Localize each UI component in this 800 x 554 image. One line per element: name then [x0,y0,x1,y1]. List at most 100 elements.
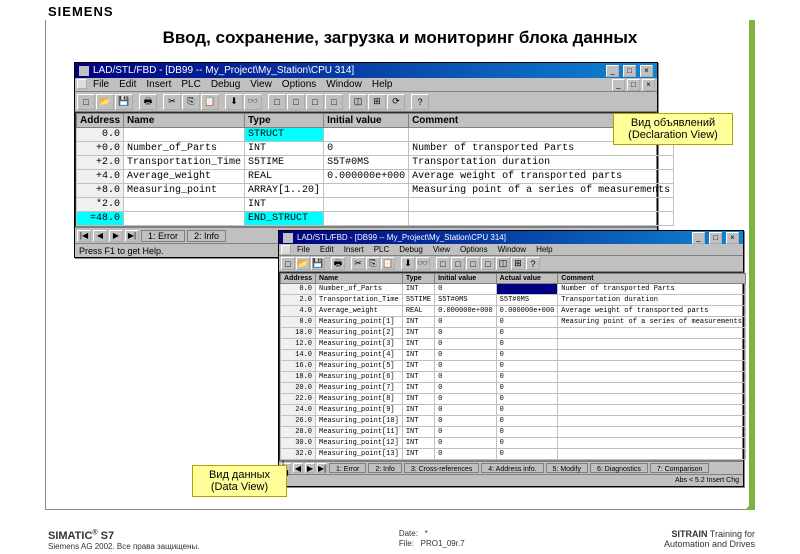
table-row[interactable]: +0.0Number_of_PartsINT0Number of transpo… [77,142,674,156]
col-address[interactable]: Address [281,274,316,284]
titlebar[interactable]: LAD/STL/FBD - [DB99 -- My_Project\My_Sta… [75,63,657,78]
tool-icon[interactable]: □ [481,257,495,270]
copy-icon[interactable]: ⎘ [366,257,380,270]
table-row[interactable]: 20.0Measuring_point[7]INT00 [281,383,746,394]
table-row[interactable]: =48.0END_STRUCT [77,212,674,226]
menu-window[interactable]: Window [322,79,366,90]
print-icon[interactable]: 🖶 [331,257,345,270]
tool-icon[interactable]: ⊞ [511,257,525,270]
menu-file[interactable]: File [293,245,314,254]
table-row[interactable]: +4.0Average_weightREAL0.000000e+000Avera… [77,170,674,184]
tab-error[interactable]: 1: Error [141,230,185,242]
open-icon[interactable]: 📂 [96,94,114,110]
col-type[interactable]: Type [245,114,324,128]
print-icon[interactable]: 🖶 [139,94,157,110]
declaration-grid[interactable]: Address Name Type Initial value Comment … [75,112,657,227]
tool-icon[interactable]: ⟳ [387,94,405,110]
nav-first-icon[interactable]: |◀ [77,230,91,242]
table-row[interactable]: 32.0Measuring_point[13]INT00 [281,449,746,460]
save-icon[interactable]: 💾 [311,257,325,270]
menu-help[interactable]: Help [368,79,397,90]
table-row[interactable]: 28.0Measuring_point[11]INT00 [281,427,746,438]
close-icon[interactable]: × [640,65,653,77]
table-row[interactable]: 4.0Average_weightREAL0.000000e+0000.0000… [281,306,746,317]
col-type[interactable]: Type [402,274,434,284]
tab-error[interactable]: 1: Error [329,463,366,473]
menu-view[interactable]: View [246,79,276,90]
download-icon[interactable]: ⬇ [401,257,415,270]
col-actual[interactable]: Actual value [496,274,558,284]
menu-debug[interactable]: Debug [207,79,244,90]
monitor-icon[interactable]: 👓 [416,257,430,270]
col-initial[interactable]: Initial value [435,274,497,284]
menu-insert[interactable]: Insert [340,245,368,254]
help-icon[interactable]: ? [411,94,429,110]
download-icon[interactable]: ⬇ [225,94,243,110]
tab-address[interactable]: 4: Address info. [481,463,543,473]
col-comment[interactable]: Comment [558,274,746,284]
col-initial[interactable]: Initial value [324,114,409,128]
tab-xref[interactable]: 3: Cross-references [404,463,479,473]
tool-icon[interactable]: □ [325,94,343,110]
table-row[interactable]: 12.0Measuring_point[3]INT00 [281,339,746,350]
cut-icon[interactable]: ✂ [163,94,181,110]
cut-icon[interactable]: ✂ [351,257,365,270]
new-icon[interactable]: □ [281,257,295,270]
table-row[interactable]: *2.0INT [77,198,674,212]
nav-prev-icon[interactable]: ◀ [93,230,107,242]
table-row[interactable]: 2.0Transportation_TimeS5TIMES5T#0MSS5T#0… [281,295,746,306]
menu-view[interactable]: View [429,245,454,254]
tool-icon[interactable]: ◫ [349,94,367,110]
col-name[interactable]: Name [316,274,403,284]
minimize-icon[interactable]: _ [692,232,705,244]
menu-options[interactable]: Options [456,245,492,254]
menu-plc[interactable]: PLC [370,245,394,254]
menu-plc[interactable]: PLC [177,79,204,90]
mdi-minimize-icon[interactable]: _ [612,79,625,91]
open-icon[interactable]: 📂 [296,257,310,270]
table-row[interactable]: 22.0Measuring_point[8]INT00 [281,394,746,405]
titlebar[interactable]: LAD/STL/FBD - [DB99 -- My_Project\My_Sta… [279,231,743,244]
menu-window[interactable]: Window [494,245,530,254]
maximize-icon[interactable]: □ [623,65,636,77]
menu-help[interactable]: Help [532,245,556,254]
col-name[interactable]: Name [124,114,245,128]
tool-icon[interactable]: ◫ [496,257,510,270]
close-icon[interactable]: × [726,232,739,244]
menu-edit[interactable]: Edit [115,79,140,90]
tool-icon[interactable]: □ [268,94,286,110]
table-row[interactable]: 16.0Measuring_point[5]INT00 [281,361,746,372]
menu-icon[interactable] [281,245,291,255]
table-row[interactable]: +2.0Transportation_TimeS5TIMES5T#0MSTran… [77,156,674,170]
tab-modify[interactable]: 5: Modify [546,463,588,473]
mdi-close-icon[interactable]: × [642,79,655,91]
maximize-icon[interactable]: □ [709,232,722,244]
paste-icon[interactable]: 📋 [381,257,395,270]
mdi-maximize-icon[interactable]: □ [627,79,640,91]
menu-debug[interactable]: Debug [395,245,427,254]
table-row[interactable]: 14.0Measuring_point[4]INT00 [281,350,746,361]
help-icon[interactable]: ? [526,257,540,270]
data-grid[interactable]: Address Name Type Initial value Actual v… [279,272,743,461]
tab-info[interactable]: 2: Info [187,230,226,242]
menu-icon[interactable] [77,79,87,89]
col-address[interactable]: Address [77,114,124,128]
paste-icon[interactable]: 📋 [201,94,219,110]
table-row[interactable]: 24.0Measuring_point[9]INT00 [281,405,746,416]
minimize-icon[interactable]: _ [606,65,619,77]
menu-edit[interactable]: Edit [316,245,338,254]
save-icon[interactable]: 💾 [115,94,133,110]
monitor-icon[interactable]: 👓 [244,94,262,110]
table-row[interactable]: 26.0Measuring_point[10]INT00 [281,416,746,427]
table-row[interactable]: 0.0Number_of_PartsINT0Number of transpor… [281,284,746,295]
tool-icon[interactable]: □ [436,257,450,270]
nav-next-icon[interactable]: ▶ [109,230,123,242]
menu-file[interactable]: File [89,79,113,90]
tab-info[interactable]: 2: Info [368,463,401,473]
table-row[interactable]: 18.0Measuring_point[6]INT00 [281,372,746,383]
new-icon[interactable]: □ [77,94,95,110]
menu-insert[interactable]: Insert [142,79,175,90]
table-row[interactable]: +8.0Measuring_pointARRAY[1..20]Measuring… [77,184,674,198]
tool-icon[interactable]: □ [466,257,480,270]
table-row[interactable]: 30.0Measuring_point[12]INT00 [281,438,746,449]
